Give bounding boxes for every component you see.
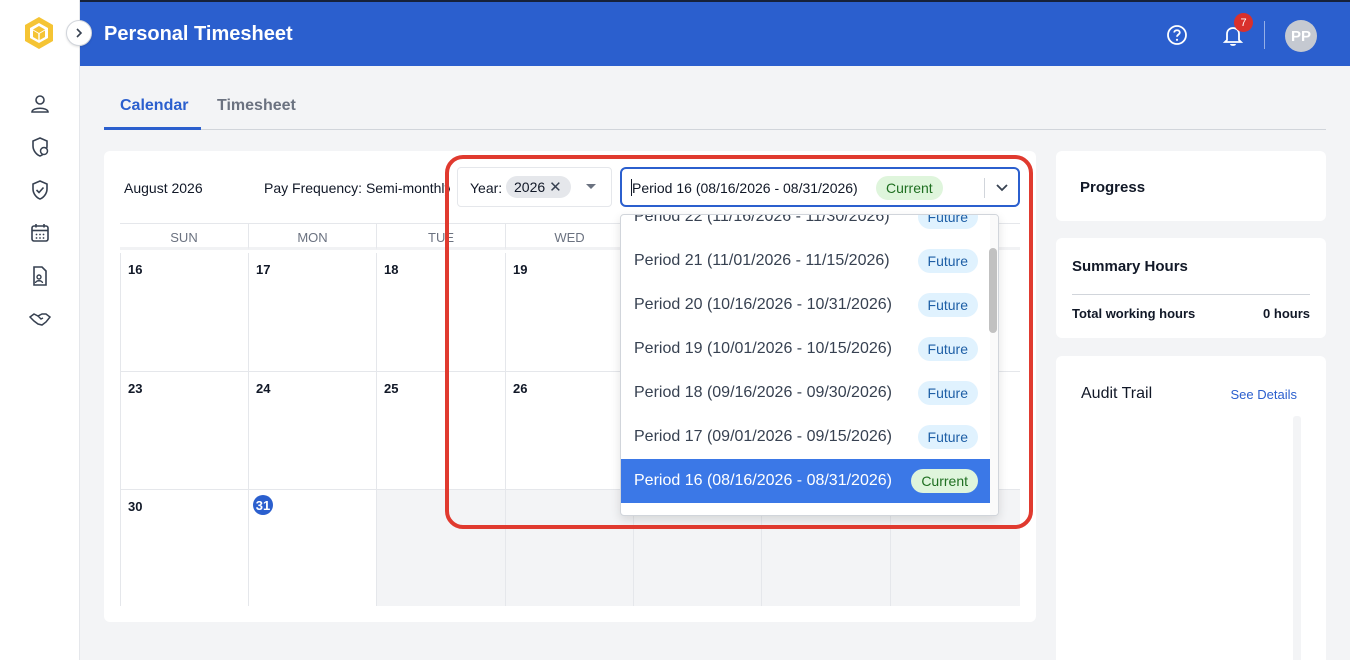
shield-gear-icon[interactable] <box>29 136 51 158</box>
avatar[interactable]: PP <box>1285 20 1317 52</box>
period-option-label: Period 19 (10/01/2026 - 10/15/2026) <box>634 340 892 357</box>
handshake-icon[interactable] <box>29 308 51 330</box>
app-logo-icon[interactable] <box>24 16 54 50</box>
notification-badge: 7 <box>1234 13 1253 32</box>
period-option[interactable]: Period 17 (09/01/2026 - 09/15/2026) Futu… <box>621 415 991 459</box>
day-number: 17 <box>256 262 271 277</box>
status-badge: Current <box>911 469 978 493</box>
status-badge: Future <box>917 215 978 229</box>
calendar-day[interactable]: 24 <box>249 372 377 490</box>
summary-divider <box>1072 294 1310 295</box>
calendar-icon[interactable] <box>29 222 51 244</box>
status-badge: Future <box>917 425 978 449</box>
chevron-right-icon <box>76 28 83 38</box>
shield-check-icon[interactable] <box>29 179 51 201</box>
status-badge: Future <box>917 249 978 273</box>
audit-trail-card: Audit Trail See Details <box>1056 356 1326 660</box>
status-badge: Future <box>917 293 978 317</box>
period-option-label: Period 20 (10/16/2026 - 10/31/2026) <box>634 296 892 313</box>
weekday-sun: SUN <box>120 223 249 250</box>
period-option-label: Period 22 (11/16/2026 - 11/30/2026) <box>634 214 890 225</box>
period-dropdown-list[interactable]: Period 22 (11/16/2026 - 11/30/2026) Futu… <box>620 214 999 516</box>
period-status-badge: Current <box>876 176 943 200</box>
see-details-link[interactable]: See Details <box>1231 387 1297 402</box>
calendar-day-outside <box>377 490 506 606</box>
period-option[interactable]: Period 21 (11/01/2026 - 11/15/2026) Futu… <box>621 239 991 283</box>
period-option[interactable]: Period 19 (10/01/2026 - 10/15/2026) Futu… <box>621 327 991 371</box>
tab-timesheet[interactable]: Timesheet <box>217 97 296 115</box>
app-header: Personal Timesheet 7 PP <box>80 0 1350 66</box>
calendar-day[interactable]: 17 <box>249 253 377 372</box>
summary-title: Summary Hours <box>1072 258 1188 275</box>
progress-title: Progress <box>1080 179 1146 196</box>
day-number: 30 <box>128 499 143 514</box>
caret-down-icon[interactable] <box>586 184 596 189</box>
calendar-day[interactable]: 26 <box>506 372 634 490</box>
period-select-value: Period 16 (08/16/2026 - 08/31/2026) <box>632 180 858 196</box>
period-option-selected[interactable]: Period 16 (08/16/2026 - 08/31/2026) Curr… <box>621 459 991 503</box>
calendar-day-today[interactable]: 31 <box>249 490 377 606</box>
clear-year-icon[interactable]: ✕ <box>549 178 562 196</box>
weekday-wed: WED <box>506 223 634 250</box>
today-badge: 31 <box>253 495 273 515</box>
period-option-label: Period 18 (09/16/2026 - 09/30/2026) <box>634 384 892 401</box>
progress-card: Progress <box>1056 151 1326 221</box>
dropdown-scrollbar-thumb[interactable] <box>989 248 997 333</box>
person-icon[interactable] <box>29 93 51 115</box>
audit-title: Audit Trail <box>1081 385 1153 402</box>
period-option-label: Period 16 (08/16/2026 - 08/31/2026) <box>634 472 892 489</box>
year-label: Year: <box>470 180 503 196</box>
period-option[interactable]: Period 20 (10/16/2026 - 10/31/2026) Futu… <box>621 283 991 327</box>
status-badge: Future <box>917 337 978 361</box>
weekday-tue: TUE <box>377 223 506 250</box>
day-number: 18 <box>384 262 399 277</box>
page-title: Personal Timesheet <box>104 23 293 45</box>
year-select[interactable]: Year: 2026 ✕ <box>457 167 612 207</box>
total-hours-value: 0 hours <box>1263 306 1310 321</box>
year-chip-value: 2026 <box>514 179 546 195</box>
status-badge: Future <box>917 381 978 405</box>
day-number: 25 <box>384 381 399 396</box>
sidebar-expand-button[interactable] <box>66 20 92 46</box>
calendar-day[interactable]: 18 <box>377 253 506 372</box>
period-option-label: Period 17 (09/01/2026 - 09/15/2026) <box>634 428 892 445</box>
total-hours-label: Total working hours <box>1072 306 1196 321</box>
summary-hours-card: Summary Hours Total working hours 0 hour… <box>1056 238 1326 338</box>
calendar-day[interactable]: 16 <box>120 253 249 372</box>
period-option-label: Period 21 (11/01/2026 - 11/15/2026) <box>634 252 890 269</box>
audit-scrollbar[interactable] <box>1293 416 1301 660</box>
header-divider <box>1264 21 1265 49</box>
month-label: August 2026 <box>124 180 203 196</box>
sidebar <box>0 0 92 660</box>
period-option[interactable]: Period 18 (09/16/2026 - 09/30/2026) Futu… <box>621 371 991 415</box>
weekday-mon: MON <box>249 223 377 250</box>
tab-calendar[interactable]: Calendar <box>120 97 188 115</box>
tabs-divider <box>104 129 1326 130</box>
select-separator <box>984 178 985 198</box>
year-chip[interactable]: 2026 ✕ <box>506 176 571 198</box>
day-number: 16 <box>128 262 143 277</box>
period-option[interactable]: Period 22 (11/16/2026 - 11/30/2026) Futu… <box>621 214 991 239</box>
active-tab-indicator <box>104 127 201 130</box>
calendar-day[interactable]: 23 <box>120 372 249 490</box>
period-select[interactable]: Period 16 (08/16/2026 - 08/31/2026) Curr… <box>620 167 1020 207</box>
document-user-icon[interactable] <box>29 265 51 287</box>
calendar-day[interactable]: 25 <box>377 372 506 490</box>
pay-frequency-label: Pay Frequency: Semi-monthly <box>264 180 450 196</box>
calendar-day[interactable]: 19 <box>506 253 634 372</box>
day-number: 19 <box>513 262 528 277</box>
day-number: 24 <box>256 381 271 396</box>
day-number: 23 <box>128 381 143 396</box>
calendar-day[interactable]: 30 <box>120 490 249 606</box>
chevron-down-icon[interactable] <box>994 179 1010 195</box>
help-icon[interactable] <box>1166 24 1188 46</box>
calendar-day-outside <box>506 490 634 606</box>
day-number: 26 <box>513 381 528 396</box>
